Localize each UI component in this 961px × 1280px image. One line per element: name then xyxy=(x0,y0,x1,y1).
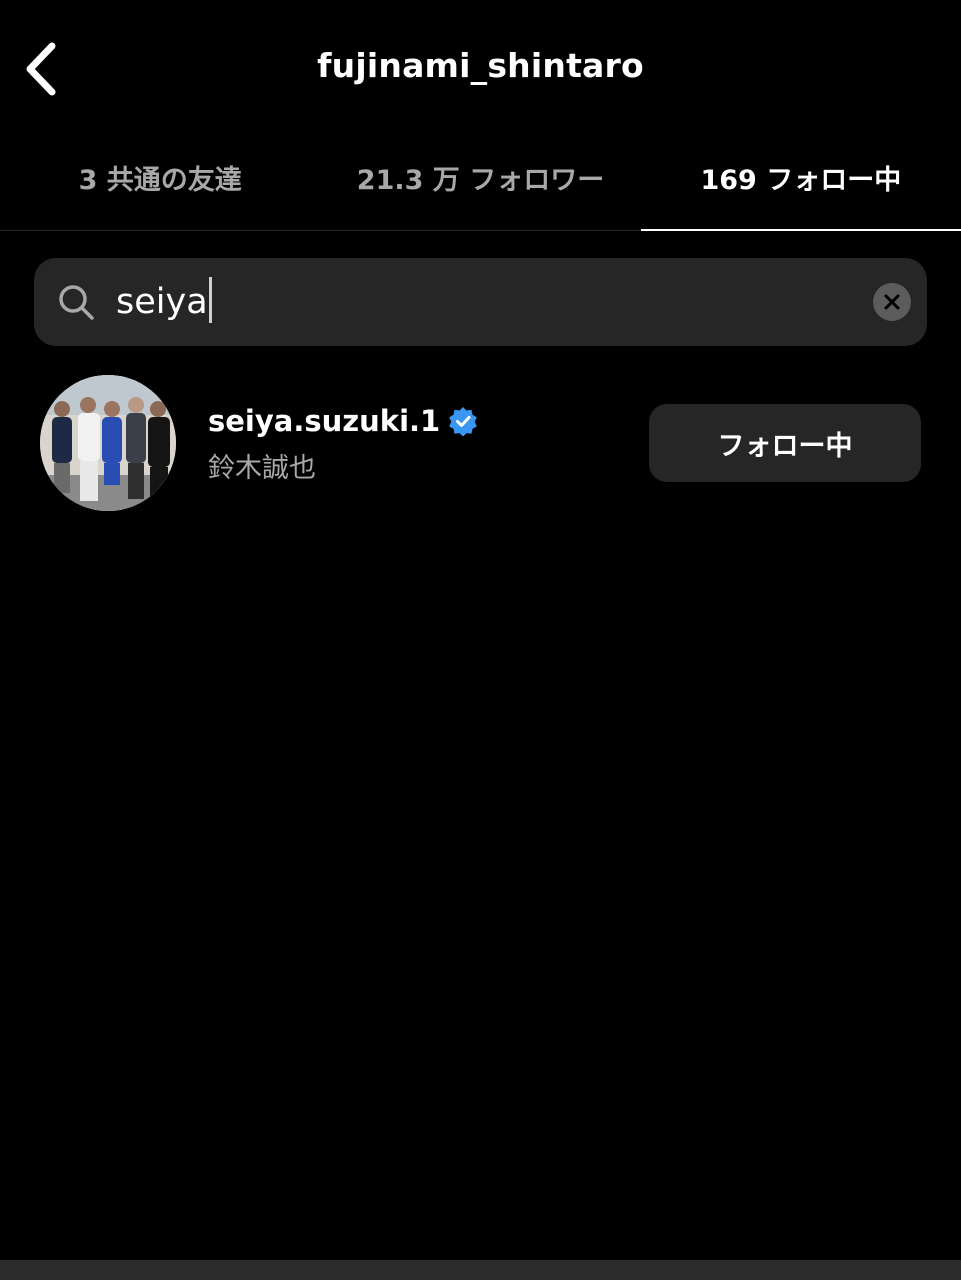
tab-bar: 3 共通の友達 21.3 万 フォロワー 169 フォロー中 xyxy=(0,140,961,231)
username-line: seiya.suzuki.1 xyxy=(208,404,478,438)
bottom-bar xyxy=(0,1260,961,1280)
verified-badge-icon xyxy=(449,407,478,436)
tab-mutual-friends[interactable]: 3 共通の友達 xyxy=(0,140,320,230)
search-icon xyxy=(59,285,94,320)
full-name: 鈴木誠也 xyxy=(208,453,316,484)
avatar[interactable] xyxy=(40,375,176,511)
list-item[interactable]: seiya.suzuki.1 鈴木誠也 フォロー中 xyxy=(0,370,961,515)
page-title: fujinami_shintaro xyxy=(317,46,644,85)
username[interactable]: seiya.suzuki.1 xyxy=(208,404,440,438)
clear-search-button[interactable] xyxy=(873,283,911,321)
top-bar: fujinami_shintaro xyxy=(0,0,961,140)
search-value: seiya xyxy=(116,282,208,322)
clear-icon xyxy=(884,294,900,310)
tab-following[interactable]: 169 フォロー中 xyxy=(640,140,961,231)
text-caret xyxy=(208,277,212,323)
tab-followers[interactable]: 21.3 万 フォロワー xyxy=(320,140,640,230)
avatar-photo xyxy=(40,375,176,511)
search-input[interactable]: seiya xyxy=(34,258,927,346)
search-query: seiya xyxy=(116,277,212,324)
following-button[interactable]: フォロー中 xyxy=(649,404,921,482)
